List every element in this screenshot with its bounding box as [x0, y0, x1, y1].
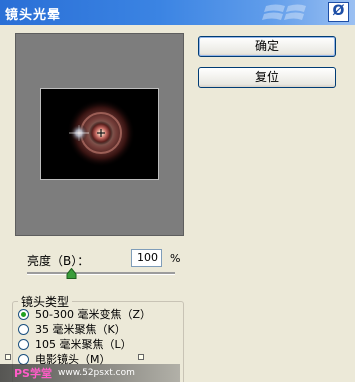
- corner-handle-icon: [138, 354, 144, 360]
- ok-button[interactable]: 确定: [198, 36, 336, 57]
- lens-flare-dialog: 镜头光晕 Ø 确定 复位 亮度（B）： 100 % 镜头类型 50-300 毫米…: [0, 0, 355, 382]
- lens-option-105[interactable]: 105 毫米聚焦（L）: [18, 337, 132, 351]
- radio-unchecked-icon[interactable]: [18, 353, 29, 365]
- brightness-slider-thumb[interactable]: [66, 268, 77, 279]
- windows-logo-icon: [262, 4, 306, 20]
- brightness-label: 亮度（B）：: [27, 254, 90, 268]
- lens-option-label: 105 毫米聚焦（L）: [35, 338, 132, 351]
- lens-option-50-300[interactable]: 50-300 毫米变焦（Z）: [18, 307, 151, 321]
- dialog-title: 镜头光晕: [5, 8, 62, 23]
- close-button[interactable]: Ø: [328, 2, 349, 22]
- lens-option-label: 50-300 毫米变焦（Z）: [35, 308, 151, 321]
- title-bar[interactable]: 镜头光晕 Ø: [0, 0, 355, 25]
- radio-unchecked-icon[interactable]: [18, 338, 29, 350]
- site-watermark: PS学堂 www.52psxt.com: [0, 364, 180, 382]
- watermark-site: www.52psxt.com: [57, 368, 135, 378]
- watermark-logo: PS学堂: [14, 367, 52, 380]
- flare-preview-thumbnail[interactable]: [40, 88, 159, 180]
- reset-button[interactable]: 复位: [198, 67, 336, 88]
- lens-option-label: 35 毫米聚焦（K）: [35, 323, 126, 336]
- brightness-slider-track[interactable]: [27, 272, 175, 275]
- lens-option-35[interactable]: 35 毫米聚焦（K）: [18, 322, 126, 336]
- brightness-input[interactable]: 100: [131, 249, 162, 267]
- radio-checked-icon[interactable]: [18, 308, 29, 320]
- lens-flare-image: [67, 99, 135, 167]
- preview-area: [15, 33, 184, 236]
- percent-sign: %: [170, 252, 181, 265]
- radio-unchecked-icon[interactable]: [18, 323, 29, 335]
- corner-handle-icon: [5, 354, 11, 360]
